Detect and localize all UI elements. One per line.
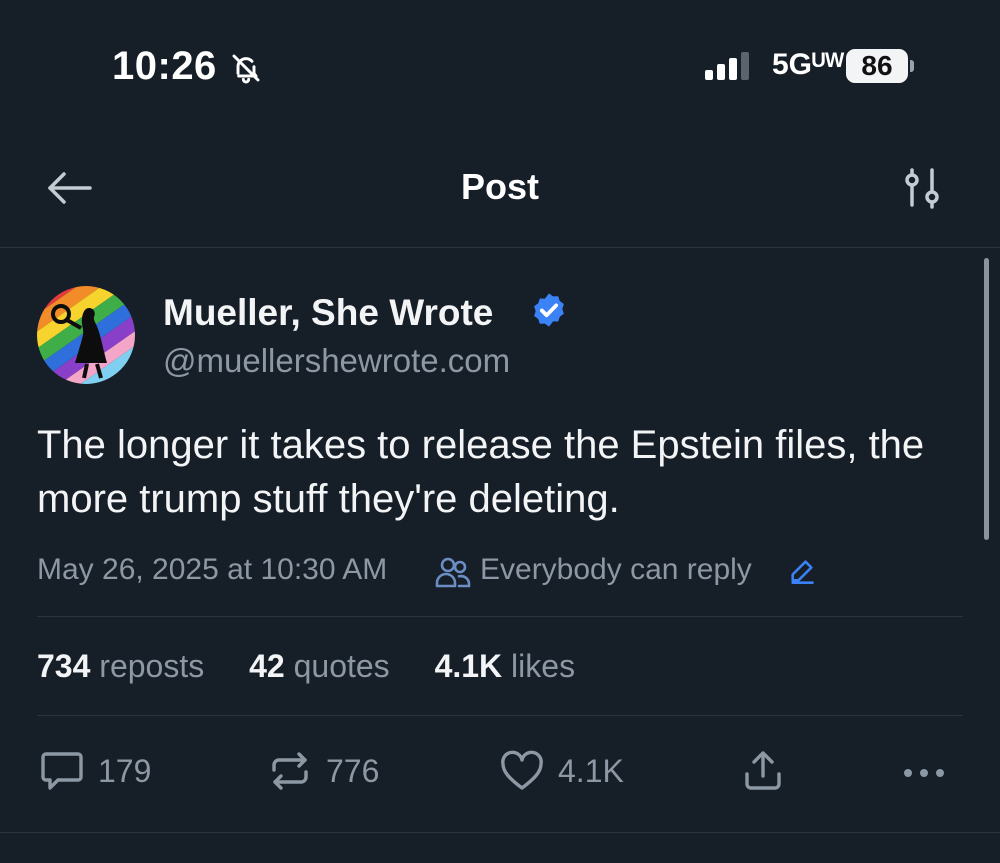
divider bbox=[37, 715, 963, 716]
reposts-count: 734 bbox=[37, 648, 91, 684]
quotes-count: 42 bbox=[249, 648, 285, 684]
author-handle[interactable]: @muellershewrote.com bbox=[163, 342, 510, 380]
post-timestamp: May 26, 2025 at 10:30 AM bbox=[37, 553, 388, 586]
heart-icon bbox=[501, 750, 543, 790]
more-options-icon[interactable] bbox=[902, 768, 946, 778]
battery-icon: 86 bbox=[846, 49, 908, 83]
avatar[interactable] bbox=[37, 286, 135, 384]
author-name[interactable]: Mueller, She Wrote bbox=[163, 292, 493, 334]
reply-count: 179 bbox=[98, 752, 152, 789]
cellular-signal-icon bbox=[705, 52, 755, 82]
network-indicator: 5Gᵁᵂ bbox=[772, 48, 845, 81]
bell-slash-icon bbox=[230, 52, 262, 84]
reply-button[interactable]: 179 bbox=[40, 750, 151, 792]
filter-sliders-icon[interactable] bbox=[900, 168, 946, 210]
page-title: Post bbox=[460, 166, 539, 207]
likes-stat[interactable]: 4.1K likes bbox=[435, 648, 576, 684]
repost-icon bbox=[272, 752, 308, 790]
repost-count: 776 bbox=[326, 752, 380, 789]
people-icon bbox=[435, 556, 471, 588]
divider bbox=[0, 832, 1000, 833]
like-button[interactable]: 4.1K bbox=[500, 750, 624, 792]
quotes-stat[interactable]: 42 quotes bbox=[249, 648, 390, 684]
like-count: 4.1K bbox=[558, 752, 624, 789]
post-stats: 734 reposts 42 quotes 4.1K likes bbox=[37, 648, 611, 685]
status-time: 10:26 bbox=[112, 44, 217, 88]
battery-nub bbox=[910, 60, 914, 72]
quotes-label: quotes bbox=[293, 648, 390, 684]
scrollbar[interactable] bbox=[984, 258, 989, 540]
likes-label: likes bbox=[511, 648, 576, 684]
likes-count: 4.1K bbox=[434, 648, 503, 684]
repost-button[interactable]: 776 bbox=[268, 750, 379, 792]
share-icon bbox=[745, 751, 781, 790]
reposts-stat[interactable]: 734 reposts bbox=[37, 648, 204, 684]
reply-setting[interactable]: Everybody can reply bbox=[480, 553, 752, 587]
reposts-label: reposts bbox=[99, 648, 205, 684]
header-divider bbox=[0, 247, 1000, 248]
reply-bubble-icon bbox=[41, 752, 83, 790]
pencil-edit-icon[interactable] bbox=[788, 557, 816, 585]
post-text: The longer it takes to release the Epste… bbox=[37, 423, 925, 521]
share-button[interactable] bbox=[742, 750, 784, 792]
verified-badge-icon bbox=[530, 291, 568, 329]
divider bbox=[37, 616, 963, 617]
